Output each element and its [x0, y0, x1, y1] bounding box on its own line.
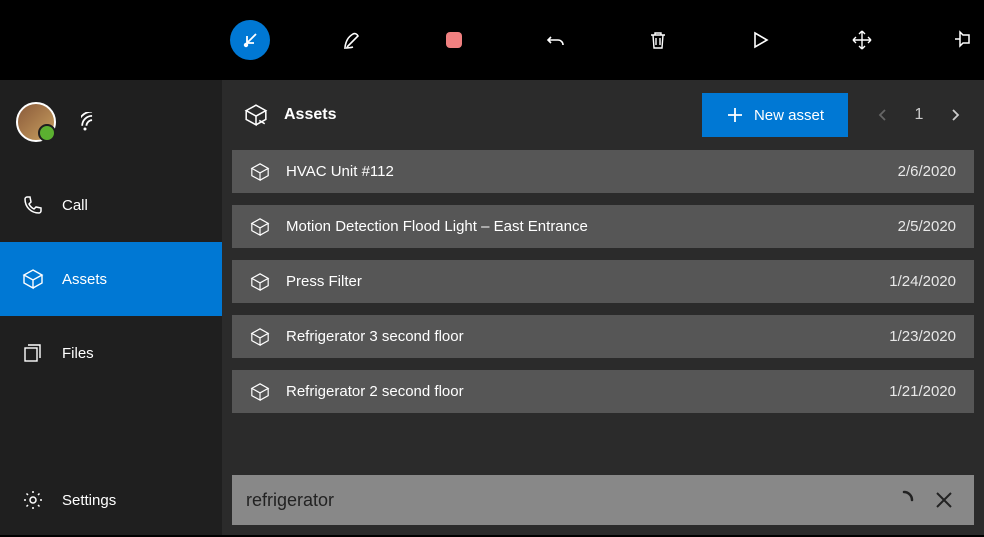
main-panel: Assets New asset 1 HVAC Unit #11	[222, 80, 984, 535]
asset-row[interactable]: Refrigerator 2 second floor 1/21/2020	[232, 370, 974, 413]
move-arrows-icon	[851, 29, 873, 51]
top-toolbar	[0, 0, 984, 80]
box-icon	[250, 272, 270, 292]
pin-icon	[953, 29, 975, 51]
asset-name: Refrigerator 2 second floor	[286, 383, 889, 400]
arrow-in-icon	[240, 30, 260, 50]
chevron-left-icon	[876, 108, 890, 122]
avatar[interactable]	[16, 102, 56, 142]
close-icon	[934, 490, 954, 510]
search-input[interactable]	[246, 490, 884, 511]
asset-row[interactable]: Motion Detection Flood Light – East Entr…	[232, 205, 974, 248]
spinner-icon	[893, 489, 915, 511]
asset-list: HVAC Unit #112 2/6/2020 Motion Detection…	[222, 150, 984, 413]
sidebar-item-settings[interactable]: Settings	[0, 465, 222, 535]
asset-date: 2/6/2020	[898, 163, 956, 180]
profile-row	[0, 90, 222, 168]
new-asset-label: New asset	[754, 107, 824, 124]
main-header: Assets New asset 1	[222, 80, 984, 150]
delete-button[interactable]	[638, 20, 678, 60]
sidebar-item-assets[interactable]: Assets	[0, 242, 222, 316]
ink-pen-icon	[341, 29, 363, 51]
box-icon	[250, 217, 270, 237]
ink-tool-button[interactable]	[332, 20, 372, 60]
new-asset-button[interactable]: New asset	[702, 93, 848, 137]
pin-button[interactable]	[944, 20, 984, 60]
asset-date: 1/21/2020	[889, 383, 956, 400]
arrow-tool-button[interactable]	[230, 20, 270, 60]
stop-recording-button[interactable]	[434, 20, 474, 60]
asset-row[interactable]: Press Filter 1/24/2020	[232, 260, 974, 303]
gear-icon	[22, 489, 44, 511]
sidebar-item-call[interactable]: Call	[0, 168, 222, 242]
asset-row[interactable]: Refrigerator 3 second floor 1/23/2020	[232, 315, 974, 358]
asset-date: 1/23/2020	[889, 328, 956, 345]
sidebar-item-label: Settings	[62, 492, 116, 509]
pager-next[interactable]	[940, 100, 970, 130]
asset-name: Refrigerator 3 second floor	[286, 328, 889, 345]
asset-name: Press Filter	[286, 273, 889, 290]
box-icon	[244, 103, 268, 127]
play-outline-icon	[750, 30, 770, 50]
search-bar	[232, 475, 974, 525]
asset-date: 1/24/2020	[889, 273, 956, 290]
asset-row[interactable]: HVAC Unit #112 2/6/2020	[232, 150, 974, 193]
phone-icon	[22, 194, 44, 216]
wifi-icon	[81, 112, 105, 132]
asset-name: Motion Detection Flood Light – East Entr…	[286, 218, 898, 235]
sidebar-item-label: Call	[62, 197, 88, 214]
search-clear-button[interactable]	[924, 480, 964, 520]
sidebar-item-label: Assets	[62, 271, 107, 288]
plus-icon	[726, 106, 744, 124]
sidebar: Call Assets Files Settings	[0, 80, 222, 535]
pager: 1	[868, 100, 970, 130]
pager-prev[interactable]	[868, 100, 898, 130]
asset-name: HVAC Unit #112	[286, 163, 898, 180]
chevron-right-icon	[948, 108, 962, 122]
box-icon	[22, 268, 44, 290]
box-icon	[250, 327, 270, 347]
move-button[interactable]	[842, 20, 882, 60]
box-icon	[250, 162, 270, 182]
search-loading-button[interactable]	[884, 480, 924, 520]
sidebar-item-label: Files	[62, 345, 94, 362]
asset-date: 2/5/2020	[898, 218, 956, 235]
sidebar-item-files[interactable]: Files	[0, 316, 222, 390]
undo-icon	[545, 29, 567, 51]
box-icon	[250, 382, 270, 402]
stop-square-icon	[443, 29, 465, 51]
run-button[interactable]	[740, 20, 780, 60]
page-title: Assets	[284, 106, 686, 124]
files-icon	[22, 342, 44, 364]
trash-icon	[648, 30, 668, 50]
undo-button[interactable]	[536, 20, 576, 60]
pager-page: 1	[904, 100, 934, 130]
